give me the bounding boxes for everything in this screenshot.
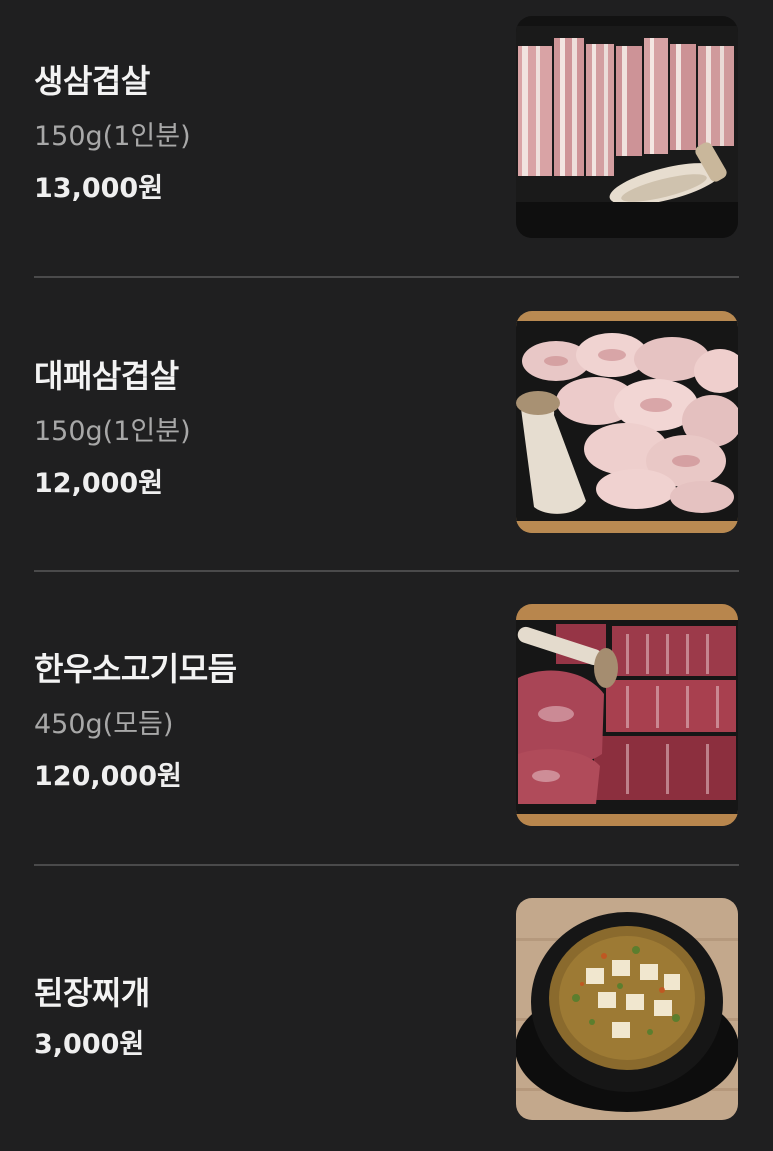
menu-list: 생삼겹살 150g(1인분) 13,000원 대패삼겹살 150g(1인분) 1… [0, 0, 773, 1151]
menu-item-description: 150g(1인분) [34, 416, 191, 447]
thin-sliced-pork-photo[interactable] [516, 311, 738, 533]
menu-item-description: 150g(1인분) [34, 121, 191, 152]
menu-item-price: 13,000원 [34, 173, 164, 204]
soybean-paste-stew-photo[interactable] [516, 898, 738, 1120]
divider [34, 570, 739, 572]
menu-item-name: 한우소고기모듬 [34, 650, 237, 688]
menu-item-soybean-stew[interactable]: 된장찌개 3,000원 [34, 898, 739, 1122]
divider [34, 276, 739, 278]
divider [34, 864, 739, 866]
menu-item-thin-pork-belly[interactable]: 대패삼겹살 150g(1인분) 12,000원 [34, 311, 739, 535]
menu-item-pork-belly[interactable]: 생삼겹살 150g(1인분) 13,000원 [34, 16, 739, 240]
korean-beef-platter-photo[interactable] [516, 604, 738, 826]
menu-item-korean-beef-platter[interactable]: 한우소고기모듬 450g(모듬) 120,000원 [34, 604, 739, 828]
menu-item-price: 3,000원 [34, 1029, 145, 1060]
menu-item-name: 대패삼겹살 [34, 357, 179, 395]
menu-item-name: 생삼겹살 [34, 62, 150, 100]
menu-item-price: 12,000원 [34, 468, 164, 499]
menu-item-price: 120,000원 [34, 761, 182, 792]
pork-belly-photo[interactable] [516, 16, 738, 238]
menu-item-description: 450g(모듬) [34, 709, 174, 740]
menu-item-name: 된장찌개 [34, 974, 150, 1012]
